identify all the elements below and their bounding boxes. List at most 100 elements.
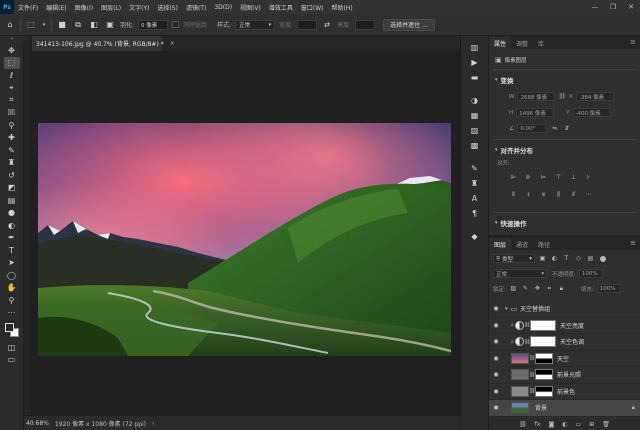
histogram-icon[interactable]: ▥ <box>467 40 483 55</box>
swatches-grid-icon[interactable]: ▦ <box>467 108 483 123</box>
new-adjustment-icon[interactable]: ◐ <box>562 421 567 428</box>
distribute-top-icon[interactable]: ⫼ <box>554 190 563 199</box>
align-center-h-icon[interactable]: ⊪ <box>524 173 533 182</box>
zoom-level[interactable]: 40.68% <box>26 420 49 427</box>
menu-image[interactable]: 图像(I) <box>71 3 97 12</box>
layer-row[interactable]: ◉ ⛓ 天空 <box>489 351 640 367</box>
tab-paths[interactable]: 路径 <box>533 238 555 250</box>
layer-row[interactable]: ◉ ↓ ⛓ 天空色调 <box>489 334 640 351</box>
layer-mask-thumbnail[interactable] <box>535 352 553 364</box>
menu-select[interactable]: 选择(S) <box>153 3 182 12</box>
type-tool-icon[interactable]: T <box>4 244 20 257</box>
menu-plugins[interactable]: 增效工具 <box>265 3 297 12</box>
filter-toggle-icon[interactable] <box>600 255 606 262</box>
distribute-right-icon[interactable]: ⫵ <box>539 190 548 199</box>
layer-row[interactable]: ◉ ⛓ 前景光照 <box>489 367 640 384</box>
frame-tool-icon[interactable]: ☒ <box>4 107 20 120</box>
align-top-icon[interactable]: ⊤ <box>554 173 563 182</box>
x-field[interactable]: -384 像素 <box>575 92 614 101</box>
distribute-center-icon[interactable]: ⫲ <box>524 190 533 199</box>
close-window-button[interactable]: ✕ <box>622 0 640 14</box>
home-icon[interactable]: ⌂ <box>4 19 16 31</box>
menu-layer[interactable]: 图层(L) <box>97 3 125 12</box>
patterns-icon[interactable]: ▩ <box>467 138 483 153</box>
fx-icon[interactable]: fx <box>535 421 541 428</box>
rectangular-marquee-tool-icon[interactable]: ⬚ <box>3 56 20 69</box>
tab-layers[interactable]: 图层 <box>489 238 512 250</box>
chevron-down-icon[interactable]: ▾ <box>41 19 47 31</box>
toolbar-collapse-icon[interactable]: » <box>0 36 24 44</box>
minimize-button[interactable]: — <box>586 0 604 14</box>
eye-icon[interactable]: ◉ <box>491 388 501 395</box>
subtract-selection-icon[interactable]: ◧ <box>88 19 100 31</box>
close-icon[interactable]: × <box>170 40 175 47</box>
swap-dimensions-icon[interactable]: ⇄ <box>321 19 333 31</box>
collapsed-panel-strip[interactable] <box>24 36 32 430</box>
character-icon[interactable]: A <box>467 191 483 206</box>
tab-channels[interactable]: 通道 <box>511 238 533 250</box>
gradient-tool-icon[interactable]: ▤ <box>4 194 20 207</box>
filter-pixel-icon[interactable]: ▣ <box>538 254 547 263</box>
layer-mask-thumbnail[interactable] <box>535 385 553 397</box>
flip-horizontal-icon[interactable]: ⇋ <box>550 124 559 133</box>
brush-settings-icon[interactable]: ✎ <box>467 161 483 176</box>
antialias-checkbox[interactable] <box>172 21 180 28</box>
chevron-down-icon[interactable]: ▾ <box>495 220 498 226</box>
menu-filter[interactable]: 滤镜(T) <box>182 3 210 12</box>
document-image[interactable] <box>38 123 451 356</box>
lock-transparent-icon[interactable]: ▨ <box>509 284 518 293</box>
layer-name[interactable]: 背景 <box>535 403 547 412</box>
blend-mode-select[interactable]: 正常 ▾ <box>493 269 547 278</box>
crop-tool-icon[interactable]: ⌗ <box>4 94 20 107</box>
menu-type[interactable]: 文字(Y) <box>125 3 153 12</box>
eye-icon[interactable]: ◉ <box>491 371 501 378</box>
link-layers-icon[interactable]: ⛓ <box>519 421 527 428</box>
layer-name[interactable]: 前景色 <box>557 387 575 396</box>
menu-help[interactable]: 帮助(H) <box>328 3 357 12</box>
distribute-left-icon[interactable]: ⫴ <box>509 190 518 199</box>
width-input[interactable] <box>297 19 318 30</box>
lock-all-icon[interactable]: 🔒︎ <box>557 284 566 293</box>
panel-menu-icon[interactable]: ≡ <box>630 239 636 247</box>
height-input[interactable] <box>355 19 376 30</box>
tab-adjustments[interactable]: 调整 <box>511 37 533 49</box>
zoom-tool-icon[interactable]: ⚲ <box>4 294 20 307</box>
gradients-icon[interactable]: ▧ <box>467 123 483 138</box>
link-icon[interactable]: ⛓ <box>558 93 566 100</box>
eye-icon[interactable]: ◉ <box>491 355 501 362</box>
opacity-field[interactable]: 100% <box>578 269 603 278</box>
restore-button[interactable]: ❐ <box>604 0 622 14</box>
align-bottom-icon[interactable]: ⊦ <box>584 173 593 182</box>
menu-window[interactable]: 窗口(W) <box>297 3 328 12</box>
menu-file[interactable]: 文件(F) <box>14 3 42 12</box>
eyedropper-tool-icon[interactable]: ⚲ <box>4 119 20 132</box>
layer-row[interactable]: ◉ ⛓ 前景色 <box>489 384 640 400</box>
layer-thumbnail[interactable] <box>511 369 529 381</box>
eye-icon[interactable]: ◉ <box>491 404 501 411</box>
ellipse-tool-icon[interactable]: ◯ <box>4 269 20 282</box>
add-mask-icon[interactable]: ◙ <box>548 421 554 428</box>
lasso-tool-icon[interactable]: ℓ <box>4 69 20 82</box>
lock-position-icon[interactable]: ✥ <box>533 284 542 293</box>
distribute-bottom-icon[interactable]: ⫻ <box>569 190 578 199</box>
clone-stamp-tool-icon[interactable]: ♜ <box>4 157 20 170</box>
layer-name[interactable]: 天空替换组 <box>520 304 550 313</box>
document-tab[interactable]: 341413-106.jpg @ 40.7% (背景, RGB/8#) * × <box>32 36 175 51</box>
3d-cube-icon[interactable]: ◆ <box>467 229 483 244</box>
color-wheel-icon[interactable]: ◑ <box>467 93 483 108</box>
layer-row[interactable]: ◉ ▾ ▭ 天空替换组 <box>489 301 640 318</box>
panel-menu-icon[interactable]: ≡ <box>630 38 636 46</box>
width-field[interactable]: 2688 像素 <box>517 92 556 101</box>
more-tools-icon[interactable]: ⋯ <box>4 307 20 320</box>
add-selection-icon[interactable]: ⧉ <box>72 19 84 31</box>
filter-smart-object-icon[interactable]: ▤ <box>586 254 595 263</box>
chevron-down-icon[interactable]: ▾ <box>495 147 498 153</box>
align-left-icon[interactable]: ⊫ <box>509 173 518 182</box>
select-and-mask-button[interactable]: 选择并遮住 ... <box>383 18 435 31</box>
marquee-preset-icon[interactable]: ⬚ <box>25 19 37 31</box>
layer-mask-thumbnail[interactable] <box>535 369 553 381</box>
intersect-selection-icon[interactable]: ▣ <box>104 19 116 31</box>
style-select[interactable]: 正常 ▾ <box>235 19 276 30</box>
layer-row[interactable]: ◉ ↓ ⛓ 天空亮度 <box>489 318 640 334</box>
color-swatches[interactable] <box>4 322 20 338</box>
